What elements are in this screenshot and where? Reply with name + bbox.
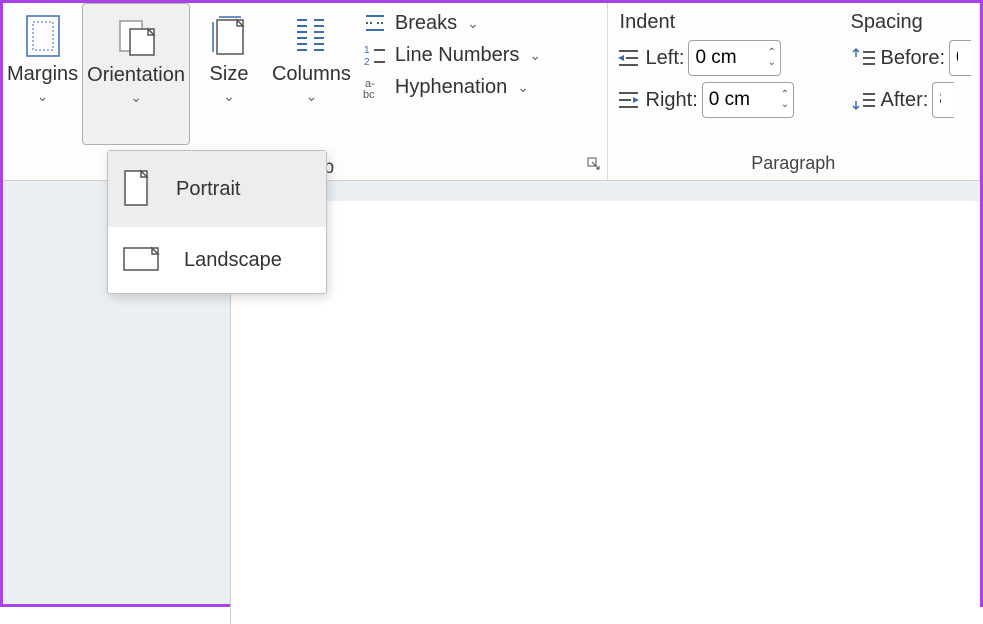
chevron-down-icon: ⌄ <box>517 79 529 96</box>
portrait-label: Portrait <box>176 178 240 201</box>
size-label: Size <box>210 63 249 86</box>
margins-label: Margins <box>7 63 78 86</box>
svg-text:1: 1 <box>364 45 370 56</box>
left-label: Left: <box>646 47 685 70</box>
hyphenation-button[interactable]: a-bc Hyphenation ⌄ <box>361 71 543 103</box>
indent-left-input[interactable] <box>689 41 767 75</box>
spacing-after-icon <box>851 89 877 111</box>
spinner-arrows[interactable]: ⌃⌄ <box>767 41 779 75</box>
orientation-dropdown: Portrait Landscape <box>107 150 327 294</box>
before-label: Before: <box>881 47 945 70</box>
document-page[interactable] <box>230 201 980 624</box>
line-numbers-button[interactable]: 12 Line Numbers ⌄ <box>361 39 543 71</box>
size-icon <box>207 11 251 61</box>
chevron-down-icon: ⌄ <box>37 88 49 105</box>
page-setup-small: Breaks ⌄ 12 Line Numbers ⌄ a-bc Hyphenat… <box>355 3 549 180</box>
indent-right-row: Right: ⌃⌄ <box>616 82 835 118</box>
columns-label: Columns <box>272 63 351 86</box>
spinner-arrows[interactable]: ⌃⌄ <box>781 83 793 117</box>
portrait-icon <box>122 169 154 209</box>
indent-header: Indent <box>616 7 835 40</box>
svg-text:bc: bc <box>363 89 375 99</box>
landscape-label: Landscape <box>184 249 282 272</box>
spacing-before-spinner[interactable] <box>949 40 971 76</box>
line-numbers-label: Line Numbers <box>395 44 520 67</box>
indent-left-icon <box>616 47 642 69</box>
orientation-label: Orientation <box>87 64 185 87</box>
chevron-down-icon: ⌄ <box>306 88 318 105</box>
breaks-icon <box>363 11 387 35</box>
indent-left-spinner[interactable]: ⌃⌄ <box>688 40 780 76</box>
indent-left-row: Left: ⌃⌄ <box>616 40 835 76</box>
landscape-icon <box>122 245 162 275</box>
svg-text:2: 2 <box>364 57 370 67</box>
chevron-down-icon: ⌄ <box>467 15 479 32</box>
chevron-down-icon: ⌄ <box>781 100 789 110</box>
indent-right-icon <box>616 89 642 111</box>
spacing-column: Spacing Before: After: <box>843 3 979 150</box>
orientation-icon <box>114 12 158 62</box>
paragraph-group-label: Paragraph <box>608 150 979 180</box>
spacing-header: Spacing <box>851 7 971 40</box>
hyphenation-label: Hyphenation <box>395 76 507 99</box>
spacing-after-row: After: <box>851 82 971 118</box>
size-button[interactable]: Size ⌄ <box>190 3 268 145</box>
columns-icon <box>292 11 330 61</box>
line-numbers-icon: 12 <box>363 43 387 67</box>
group-paragraph: Indent Left: ⌃⌄ Right: ⌃⌄ <box>608 3 980 180</box>
breaks-button[interactable]: Breaks ⌄ <box>361 7 543 39</box>
hyphenation-icon: a-bc <box>363 75 387 99</box>
chevron-down-icon: ⌄ <box>130 89 142 106</box>
chevron-down-icon: ⌄ <box>529 47 541 64</box>
orientation-landscape-item[interactable]: Landscape <box>108 227 326 293</box>
indent-right-spinner[interactable]: ⌃⌄ <box>702 82 794 118</box>
indent-column: Indent Left: ⌃⌄ Right: ⌃⌄ <box>608 3 843 150</box>
page-setup-dialog-launcher[interactable] <box>587 157 601 174</box>
margins-button[interactable]: Margins ⌄ <box>3 3 82 145</box>
spacing-before-input[interactable] <box>950 41 964 75</box>
spacing-before-icon <box>851 47 877 69</box>
columns-button[interactable]: Columns ⌄ <box>268 3 355 145</box>
spacing-before-row: Before: <box>851 40 971 76</box>
spacing-after-input[interactable] <box>933 83 947 117</box>
breaks-label: Breaks <box>395 12 457 35</box>
chevron-down-icon: ⌄ <box>223 88 235 105</box>
chevron-down-icon: ⌄ <box>767 58 775 68</box>
spacing-after-spinner[interactable] <box>932 82 954 118</box>
group-body: Indent Left: ⌃⌄ Right: ⌃⌄ <box>608 3 979 150</box>
orientation-portrait-item[interactable]: Portrait <box>108 151 326 227</box>
orientation-button[interactable]: Orientation ⌄ <box>82 3 190 145</box>
right-label: Right: <box>646 89 698 112</box>
after-label: After: <box>881 89 929 112</box>
margins-icon <box>23 11 63 61</box>
indent-right-input[interactable] <box>703 83 781 117</box>
